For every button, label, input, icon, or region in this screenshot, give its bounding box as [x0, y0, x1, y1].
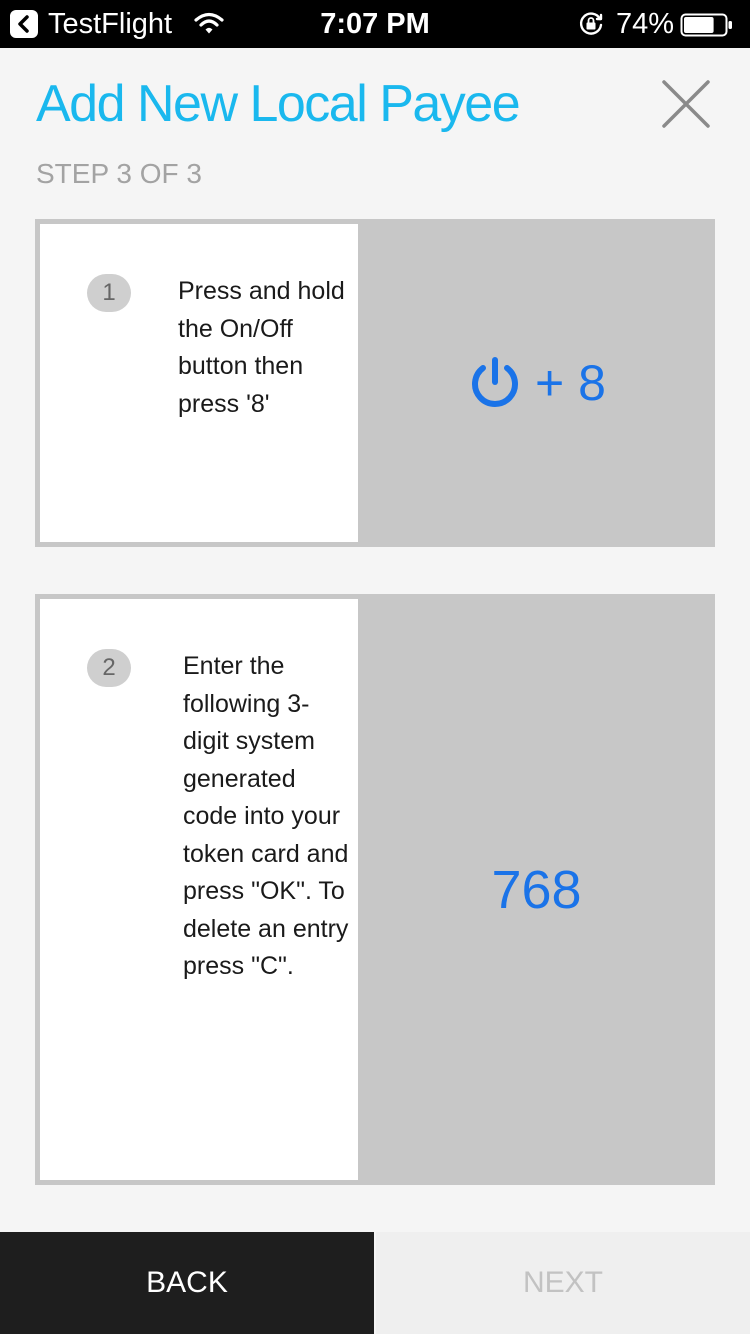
step-card-1: 1 Press and hold the On/Off button then … [35, 219, 715, 547]
step-visual-panel: 768 [358, 594, 715, 1185]
next-button[interactable]: NEXT [376, 1232, 750, 1334]
step-number-badge: 2 [87, 649, 131, 687]
step-instruction-text: Press and hold the On/Off button then pr… [178, 277, 345, 418]
key-combo-text: + 8 [535, 355, 606, 411]
step-card-2: 2 Enter the following 3-digit system gen… [35, 594, 715, 1185]
power-icon [467, 354, 535, 412]
page-title: Add New Local Payee [36, 75, 521, 133]
step-instruction-panel: 2 Enter the following 3-digit system gen… [40, 599, 358, 1180]
key-combo: + 8 [467, 353, 606, 413]
status-bar: TestFlight 7:07 PM 74% [0, 0, 750, 48]
verification-code: 768 [491, 859, 582, 920]
battery-icon [680, 13, 734, 42]
close-icon[interactable] [658, 76, 714, 132]
step-indicator: STEP 3 OF 3 [36, 158, 202, 189]
battery-percent: 74% [616, 8, 675, 40]
back-button[interactable]: BACK [0, 1232, 374, 1334]
orientation-lock-icon [577, 10, 605, 43]
step-instruction-text: Enter the following 3-digit system gener… [183, 652, 349, 980]
step-number-badge: 1 [87, 274, 131, 312]
step-instruction-panel: 1 Press and hold the On/Off button then … [40, 224, 358, 542]
step-visual-panel: + 8 [358, 219, 715, 547]
